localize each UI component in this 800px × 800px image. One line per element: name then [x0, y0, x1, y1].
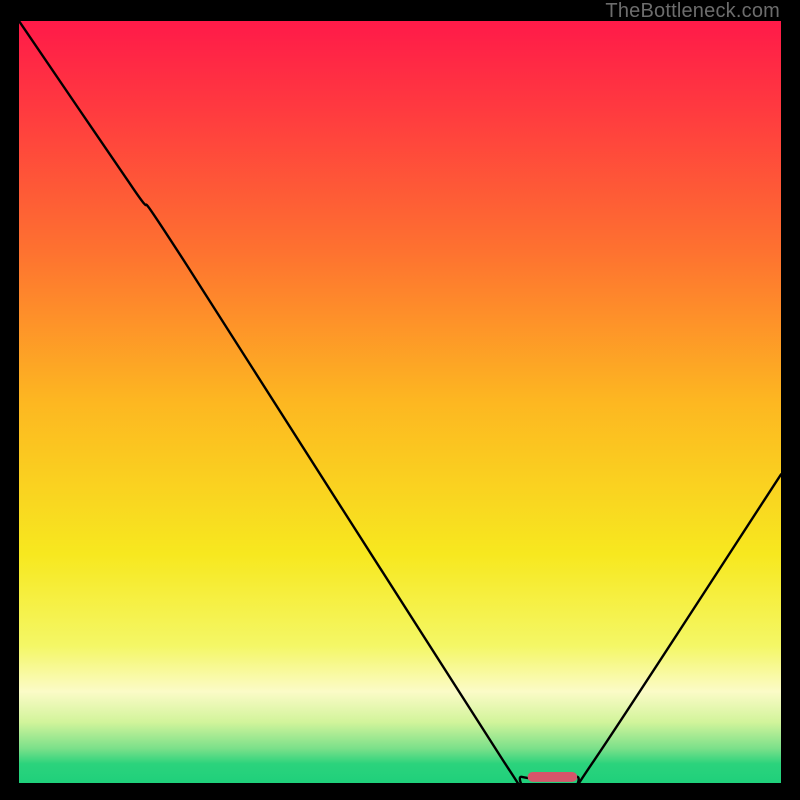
bottleneck-chart: [19, 21, 781, 783]
optimum-marker: [528, 772, 578, 782]
chart-frame: [19, 21, 781, 783]
watermark-text: TheBottleneck.com: [605, 0, 780, 23]
gradient-background: [19, 21, 781, 783]
